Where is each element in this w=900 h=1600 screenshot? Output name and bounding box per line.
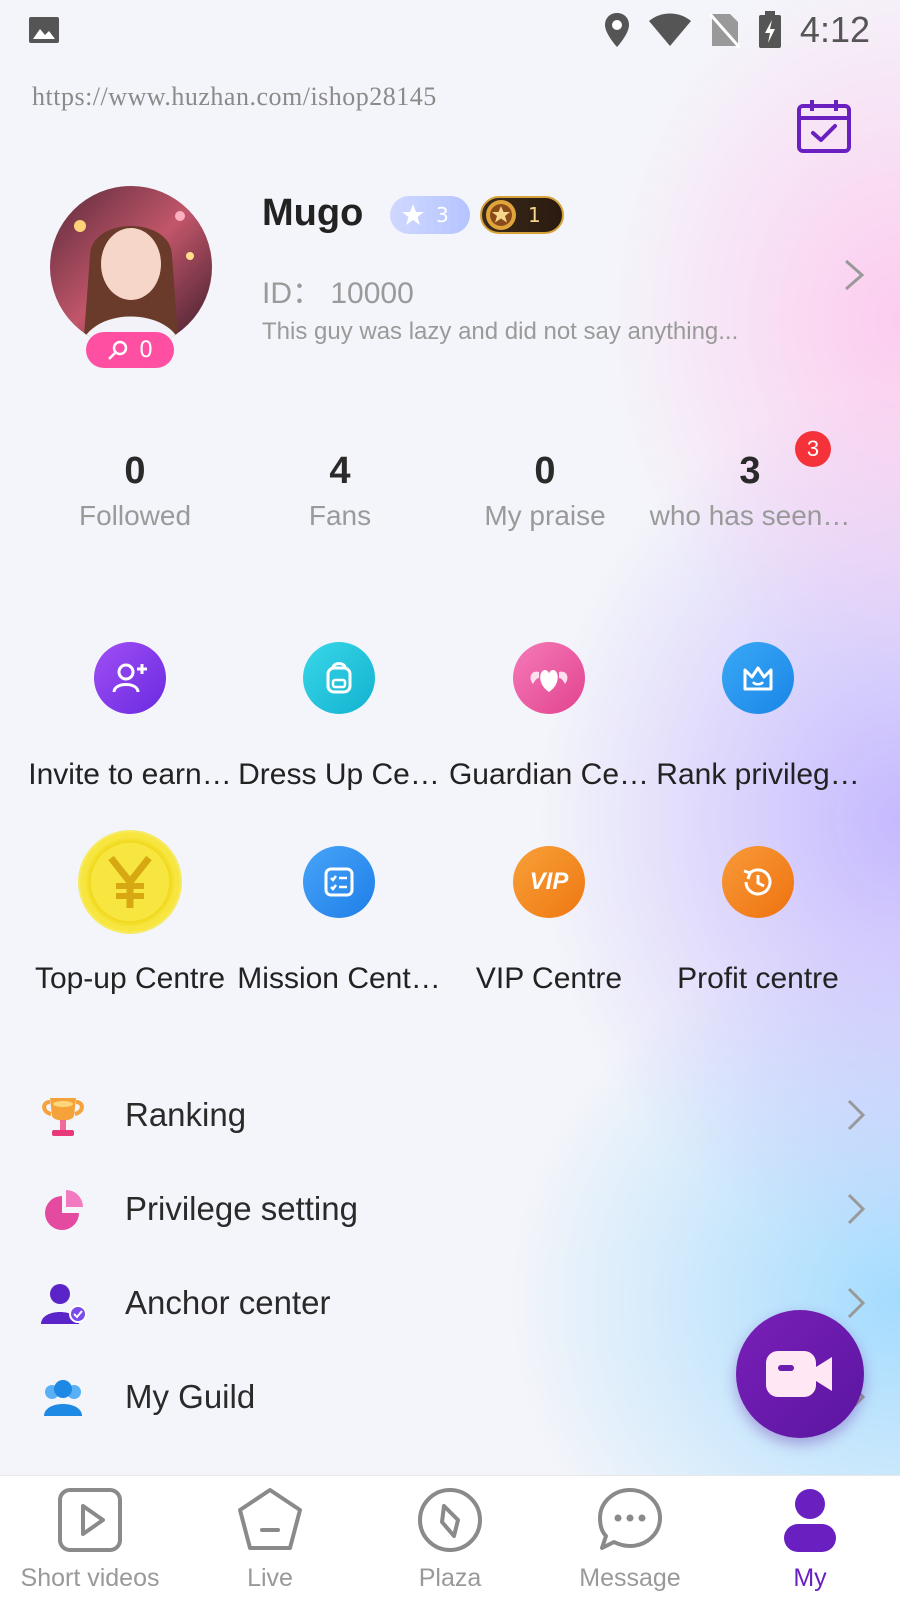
grid-profit-centre[interactable]: Profit centre — [652, 846, 864, 996]
star-icon — [402, 204, 424, 225]
person-icon — [784, 1489, 836, 1552]
female-icon — [108, 340, 128, 360]
gallery-icon — [29, 17, 59, 43]
grid-guardian-centre[interactable]: Guardian Ce… — [443, 642, 655, 792]
medal-icon — [486, 200, 516, 230]
avatar-badge: 0 — [86, 332, 174, 368]
stat-label: who has seen… — [649, 500, 851, 531]
nav-live[interactable]: Live — [180, 1486, 360, 1593]
wifi-icon — [648, 13, 691, 46]
chat-bubble-icon — [598, 1488, 662, 1550]
checklist-icon — [303, 846, 375, 918]
pie-icon — [45, 1190, 83, 1230]
menu-label: My Guild — [125, 1378, 256, 1415]
nav-label: Message — [579, 1564, 681, 1592]
grid-label: Rank privileg… — [656, 758, 860, 791]
stat-label: My praise — [484, 500, 606, 531]
watermark-url: https://www.huzhan.com/ishop28145 — [32, 82, 437, 111]
menu-item-privilege-setting[interactable]: Privilege setting — [0, 1166, 900, 1260]
nav-label: Short videos — [20, 1564, 160, 1592]
user-bio: This guy was lazy and did not say anythi… — [262, 318, 739, 345]
play-square-icon — [58, 1488, 122, 1552]
guild-users-icon — [44, 1380, 82, 1416]
stat-followed[interactable]: 0 Followed — [30, 448, 240, 532]
status-bar: 4:12 — [0, 0, 900, 60]
vip-icon: VIP — [513, 846, 585, 918]
menu-item-ranking[interactable]: Ranking — [0, 1072, 900, 1166]
invite-user-icon — [94, 642, 166, 714]
avatar-photo — [50, 186, 212, 348]
star-level-value: 3 — [436, 203, 449, 227]
grid-mission-centre[interactable]: Mission Cent… — [233, 846, 445, 996]
grid-dress-up-centre[interactable]: Dress Up Ce… — [233, 642, 445, 792]
star-level-badge: 3 — [390, 196, 470, 234]
stat-value: 0 — [124, 450, 146, 492]
user-id: ID： 10000 — [262, 277, 414, 310]
video-camera-icon — [766, 1351, 832, 1397]
battery-charging-icon — [758, 11, 781, 48]
grid-label: Invite to earn… — [28, 758, 232, 791]
stats-row: 0 Followed 4 Fans 0 My praise 3 who has … — [0, 448, 900, 548]
grid-label: Mission Cent… — [237, 962, 441, 995]
grid-top-up-centre[interactable]: Top-up Centre — [24, 832, 236, 996]
menu-label: Privilege setting — [125, 1190, 358, 1227]
compass-icon — [418, 1488, 482, 1552]
medal-level-value: 1 — [528, 203, 541, 227]
heart-wings-icon — [513, 642, 585, 714]
nav-label: Live — [247, 1564, 293, 1592]
stat-label: Fans — [308, 500, 372, 531]
chevron-right-icon — [847, 1287, 866, 1319]
grid-vip-centre[interactable]: VIP VIP Centre — [443, 846, 655, 996]
nav-label: My — [793, 1564, 827, 1592]
history-clock-icon — [722, 846, 794, 918]
no-sim-icon — [709, 13, 740, 48]
grid-label: Guardian Ce… — [448, 758, 650, 791]
chevron-right-icon — [847, 1193, 866, 1225]
grid-invite-to-earn[interactable]: Invite to earn… — [24, 642, 236, 792]
location-icon — [604, 13, 629, 47]
crown-icon — [722, 642, 794, 714]
avatar-badge-count: 0 — [139, 337, 153, 363]
grid-label: VIP Centre — [475, 962, 623, 995]
chevron-right-icon — [847, 1099, 866, 1131]
nav-plaza[interactable]: Plaza — [360, 1486, 540, 1593]
nav-message[interactable]: Message — [540, 1486, 720, 1593]
bottom-navigation: Short videos Live Plaza Message My — [0, 1475, 900, 1600]
grid-label: Profit centre — [677, 962, 839, 995]
avatar[interactable] — [50, 186, 212, 348]
yen-coin-icon — [80, 832, 180, 932]
nav-short-videos[interactable]: Short videos — [0, 1486, 180, 1593]
trophy-icon — [42, 1098, 84, 1136]
stat-value: 4 — [329, 450, 351, 492]
calendar-checkin-icon[interactable] — [796, 98, 852, 154]
menu-label: Ranking — [125, 1096, 247, 1133]
menu-label: Anchor center — [125, 1284, 331, 1321]
medal-level-badge: 1 — [480, 196, 564, 234]
status-time: 4:12 — [799, 9, 870, 50]
pentagon-icon — [238, 1488, 302, 1550]
anchor-user-icon — [41, 1284, 87, 1324]
go-live-button[interactable] — [736, 1310, 864, 1438]
stat-label: Followed — [78, 500, 192, 531]
stat-value: 0 — [534, 450, 556, 492]
nav-label: Plaza — [418, 1564, 482, 1592]
grid-label: Dress Up Ce… — [238, 758, 440, 791]
profile-chevron-right-icon[interactable] — [842, 258, 866, 292]
grid-label: Top-up Centre — [34, 962, 226, 995]
user-name: Mugo — [262, 192, 364, 234]
stat-my-praise[interactable]: 0 My praise — [440, 448, 650, 532]
nav-my[interactable]: My — [720, 1486, 900, 1593]
backpack-icon — [303, 642, 375, 714]
stat-fans[interactable]: 4 Fans — [235, 448, 445, 532]
notification-badge: 3 — [795, 431, 831, 467]
grid-rank-privilege[interactable]: Rank privileg… — [652, 642, 864, 792]
